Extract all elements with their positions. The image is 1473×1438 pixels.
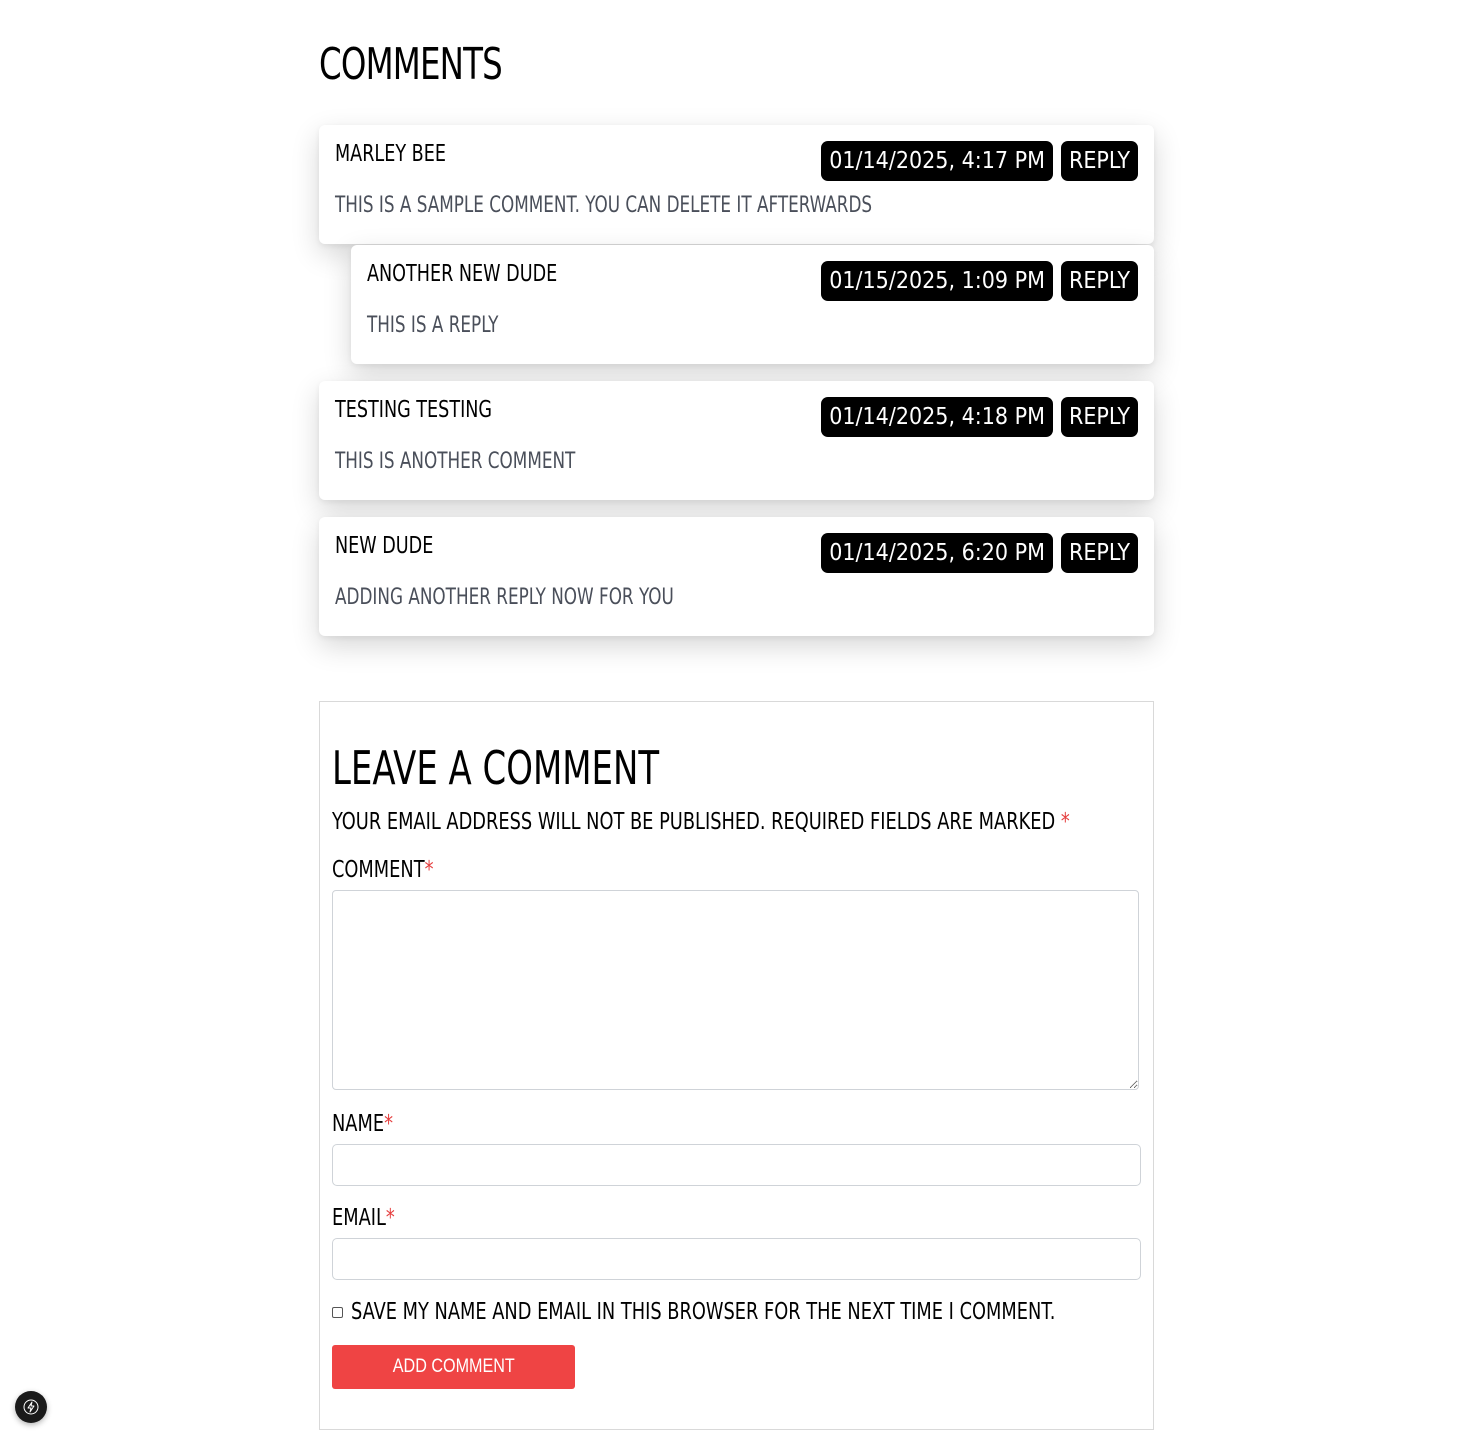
comment-actions: 01/14/2025, 4:18 PM Reply	[821, 397, 1138, 437]
reply-button[interactable]: Reply	[1060, 261, 1138, 301]
comment-actions: 01/14/2025, 4:17 PM Reply	[821, 141, 1138, 181]
name-label: Name*	[332, 1108, 393, 1140]
comment-author: New Dude	[335, 533, 434, 559]
comment-textarea[interactable]	[332, 890, 1139, 1090]
reply-button[interactable]: Reply	[1060, 533, 1138, 573]
required-marker: *	[424, 857, 434, 883]
reply-comment-card: Another New Dude 01/15/2025, 1:09 PM Rep…	[351, 245, 1154, 364]
add-comment-button-label: Add Comment	[392, 1356, 515, 1377]
email-label: Email*	[332, 1202, 395, 1234]
comment-timestamp: 01/14/2025, 4:17 PM	[821, 141, 1053, 181]
name-input[interactable]	[332, 1144, 1141, 1186]
email-input[interactable]	[332, 1238, 1141, 1280]
required-marker: *	[1060, 809, 1070, 835]
save-info-checkbox[interactable]	[332, 1306, 343, 1318]
comment-card: Testing Testing 01/14/2025, 4:18 PM Repl…	[319, 381, 1154, 500]
form-note-text: Your email address will not be published…	[332, 809, 1056, 835]
comment-label: Comment*	[332, 854, 433, 886]
comment-timestamp: 01/14/2025, 4:18 PM	[821, 397, 1053, 437]
form-title: Leave a Comment	[332, 741, 660, 795]
comment-actions: 01/15/2025, 1:09 PM Reply	[821, 261, 1138, 301]
email-label-text: Email	[332, 1205, 386, 1231]
reply-button[interactable]: Reply	[1060, 141, 1138, 181]
dev-tools-badge[interactable]	[15, 1391, 47, 1423]
lightning-bolt-icon	[23, 1399, 39, 1415]
comment-body: This is a sample comment. You can delete…	[335, 193, 873, 218]
save-info-label: Save my name and email in this browser f…	[351, 1299, 1056, 1325]
comment-timestamp: 01/14/2025, 6:20 PM	[821, 533, 1053, 573]
add-comment-button[interactable]: Add Comment	[332, 1345, 575, 1389]
comment-label-text: Comment	[332, 857, 425, 883]
comment-card: Marley Bee 01/14/2025, 4:17 PM Reply Thi…	[319, 125, 1154, 244]
comments-title: Comments	[319, 39, 503, 90]
comment-card: New Dude 01/14/2025, 6:20 PM Reply Addin…	[319, 517, 1154, 636]
comment-author: Testing Testing	[335, 397, 493, 423]
comment-body: This is another comment	[335, 449, 576, 474]
save-info-row: Save my name and email in this browser f…	[332, 1296, 1170, 1328]
required-marker: *	[384, 1111, 393, 1137]
comment-actions: 01/14/2025, 6:20 PM Reply	[821, 533, 1138, 573]
comment-author: Another New Dude	[367, 261, 558, 287]
name-label-text: Name	[332, 1111, 385, 1137]
comment-body: This is a reply	[367, 313, 499, 338]
comment-author: Marley Bee	[335, 141, 446, 167]
reply-button[interactable]: Reply	[1060, 397, 1138, 437]
form-note: Your email address will not be published…	[332, 806, 1070, 838]
required-marker: *	[385, 1205, 395, 1231]
comment-timestamp: 01/15/2025, 1:09 PM	[821, 261, 1053, 301]
comment-body: Adding another reply now for you	[335, 585, 674, 610]
comment-form: Leave a Comment Your email address will …	[319, 701, 1154, 1430]
